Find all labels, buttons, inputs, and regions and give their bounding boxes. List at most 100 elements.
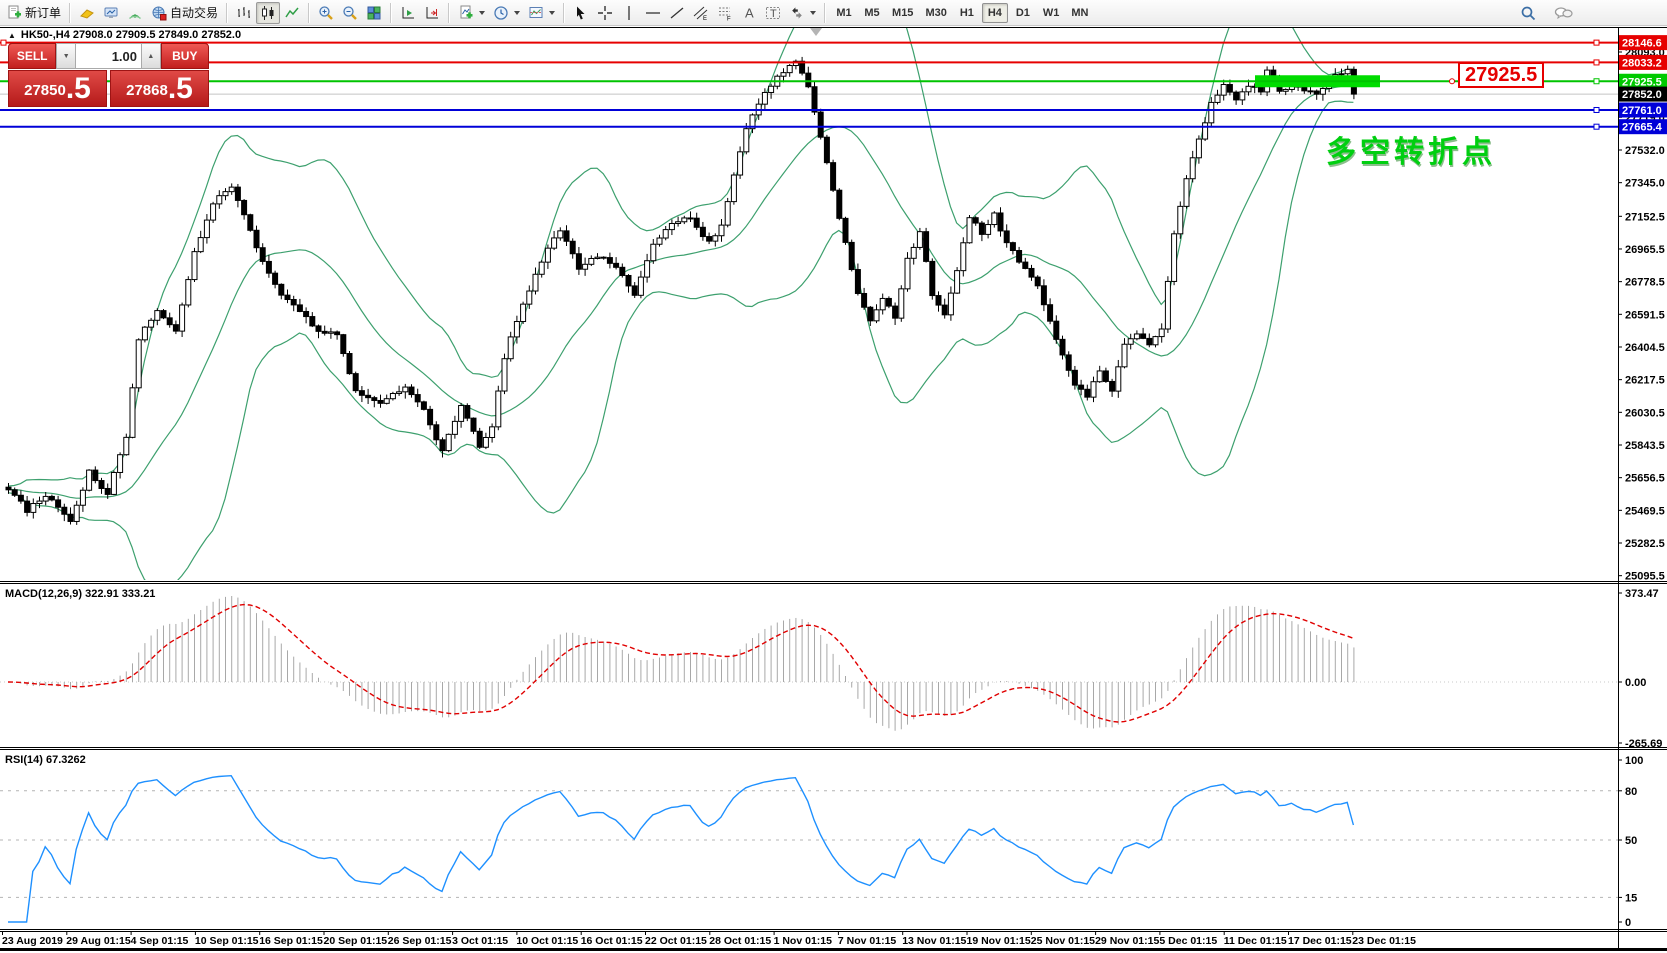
price-badge-label: 28146.6 <box>1622 38 1662 50</box>
auto-trading-button[interactable]: 自动交易 <box>147 2 222 24</box>
indicators-button[interactable] <box>454 2 489 24</box>
auto-scroll-button[interactable] <box>396 2 420 24</box>
volume-decrease-button[interactable]: ▼ <box>56 43 76 69</box>
price-badge-label: 27665.4 <box>1622 122 1663 134</box>
time-tick-label: 25 Nov 01:15 <box>1031 935 1095 947</box>
sell-button-label: SELL <box>16 49 48 63</box>
line-handle[interactable] <box>1593 59 1600 66</box>
time-tick-label: 3 Oct 01:15 <box>452 935 508 947</box>
price-tick-label: 26030.5 <box>1625 407 1665 419</box>
line-handle[interactable] <box>1593 106 1600 113</box>
channel-button[interactable]: E <box>689 2 713 24</box>
charts-button[interactable] <box>75 2 99 24</box>
volume-increase-button[interactable]: ▲ <box>141 43 161 69</box>
buy-button[interactable]: BUY <box>160 43 209 69</box>
timeframe-M30[interactable]: M30 <box>920 3 951 23</box>
toolbar-separator <box>563 2 566 23</box>
zoom-out-button[interactable] <box>338 2 362 24</box>
timeframe-M15[interactable]: M15 <box>887 3 918 23</box>
bar-chart-button[interactable] <box>232 2 256 24</box>
sell-price-main: 27850 <box>24 82 66 99</box>
time-tick-label: 10 Sep 01:15 <box>195 935 259 947</box>
price-tick-label: 25095.5 <box>1625 571 1665 583</box>
time-tick-label: 16 Oct 01:15 <box>581 935 643 947</box>
price-tick-label: 25282.5 <box>1625 538 1665 550</box>
time-tick-label: 26 Sep 01:15 <box>388 935 452 947</box>
search-button[interactable] <box>1516 2 1541 24</box>
time-tick-label: 20 Sep 01:15 <box>324 935 388 947</box>
timeframe-M5[interactable]: M5 <box>859 3 885 23</box>
zoom-in-button[interactable] <box>314 2 338 24</box>
rsi-scale-label: 50 <box>1625 835 1637 847</box>
crosshair-button[interactable] <box>593 2 617 24</box>
trendline-button[interactable] <box>665 2 689 24</box>
price-axis[interactable]: 28093.027906.027719.027532.027345.027152… <box>1618 35 1667 583</box>
time-tick-label: 17 Dec 01:15 <box>1288 935 1352 947</box>
new-order-label: 新订单 <box>25 6 62 20</box>
timeframe-W1[interactable]: W1 <box>1038 3 1065 23</box>
line-handle[interactable] <box>1593 39 1600 46</box>
candlestick-button[interactable] <box>256 1 281 24</box>
timeframe-MN[interactable]: MN <box>1066 3 1093 23</box>
crosshair-icon <box>598 5 613 20</box>
time-tick-label: 19 Nov 01:15 <box>967 935 1031 947</box>
vertical-line-icon <box>628 5 630 20</box>
line-chart-button[interactable] <box>280 2 304 24</box>
line-handle[interactable] <box>0 39 7 46</box>
price-level-callout[interactable]: 27925.5 <box>1458 62 1545 88</box>
price-tick-label: 25656.5 <box>1625 473 1665 485</box>
fibonacci-button[interactable]: F <box>713 2 737 24</box>
price-tick-label: 27532.0 <box>1625 145 1665 157</box>
toolbar-separator <box>824 2 827 23</box>
text-button[interactable]: A <box>737 2 761 24</box>
vertical-line-button[interactable] <box>617 2 641 24</box>
signal-button[interactable] <box>123 2 147 24</box>
chart-shift-marker-icon[interactable] <box>810 28 822 36</box>
rsi-scale-label: 15 <box>1625 892 1637 904</box>
bar-chart-icon <box>238 6 251 18</box>
chart-shift-button[interactable] <box>420 2 444 24</box>
chat-button[interactable] <box>1550 2 1577 24</box>
time-axis[interactable]: 23 Aug 2019 29 Aug 01:15 4 Sep 01:15 10 Sep… <box>2 931 1416 947</box>
arrows-button[interactable] <box>785 2 820 24</box>
volume-input[interactable] <box>76 43 141 69</box>
fibonacci-icon: F <box>719 7 731 21</box>
candlestick-icon <box>262 5 274 20</box>
line-handle[interactable] <box>1593 123 1600 130</box>
zoom-in-icon <box>319 5 333 20</box>
time-tick-label: 23 Dec 01:15 <box>1352 935 1416 947</box>
main-toolbar: 新订单 自动交易 E F A T M1 M5 M15 M30 H1 H4 D1 … <box>0 0 1667 26</box>
arrows-icon <box>792 6 802 19</box>
rsi-scale-label: 0 <box>1625 917 1631 929</box>
templates-button[interactable] <box>524 2 559 24</box>
sell-button[interactable]: SELL <box>8 43 57 69</box>
cursor-button[interactable] <box>569 2 593 24</box>
timeframe-H1[interactable]: H1 <box>954 3 980 23</box>
text-letter: A <box>745 5 754 20</box>
auto-trading-label: 自动交易 <box>170 6 219 20</box>
sell-price-display[interactable]: 27850.5 <box>8 70 107 107</box>
price-badge-label: 27925.5 <box>1622 76 1662 88</box>
horizontal-line-button[interactable] <box>641 2 665 24</box>
periods-button[interactable] <box>489 2 524 24</box>
macd-label: MACD(12,26,9) 322.91 333.21 <box>5 588 155 600</box>
dropdown-caret <box>479 10 486 15</box>
buy-price-display[interactable]: 27868.5 <box>110 70 209 107</box>
price-tick-label: 26217.5 <box>1625 375 1665 387</box>
timeframe-D1[interactable]: D1 <box>1010 3 1036 23</box>
price-badge-label: 28033.2 <box>1622 57 1662 69</box>
rsi-scale-label: 100 <box>1625 755 1643 767</box>
toolbar-separator <box>226 2 229 23</box>
tile-windows-button[interactable] <box>362 2 386 24</box>
text-label-button[interactable]: T <box>761 2 785 24</box>
line-handle[interactable] <box>1593 78 1600 85</box>
price-tick-label: 25469.5 <box>1625 505 1665 517</box>
dropdown-caret <box>514 10 521 15</box>
market-watch-button[interactable] <box>99 2 123 24</box>
buy-price-main: 27868 <box>126 82 168 99</box>
timeframe-M1[interactable]: M1 <box>831 3 857 23</box>
price-tick-label: 27152.5 <box>1625 211 1665 223</box>
price-tick-label: 27345.0 <box>1625 178 1665 190</box>
new-order-button[interactable]: 新订单 <box>2 2 65 24</box>
timeframe-H4[interactable]: H4 <box>981 2 1008 23</box>
